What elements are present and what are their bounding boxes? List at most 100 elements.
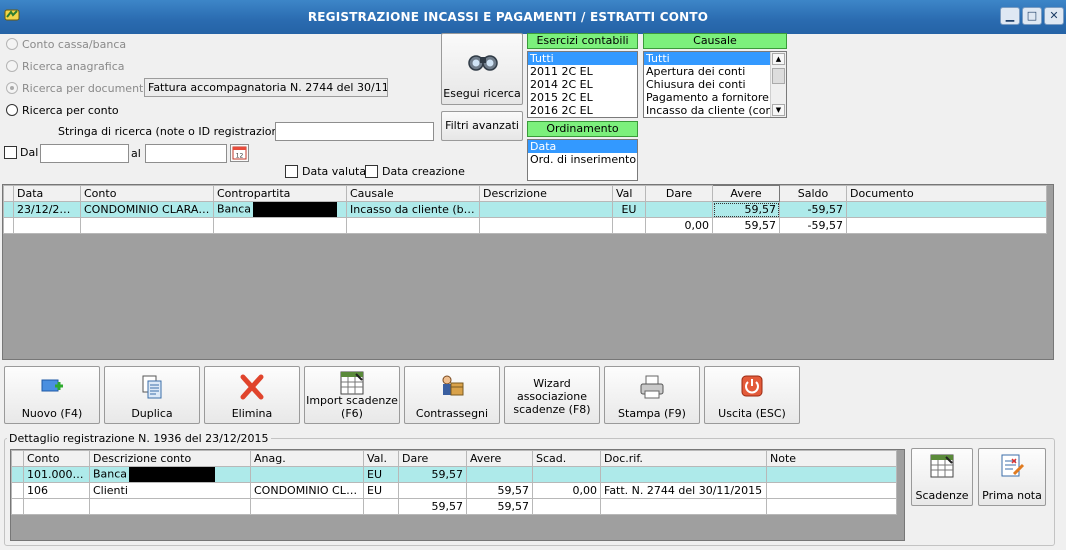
column-header[interactable]: Avere <box>712 185 780 202</box>
wizard-button[interactable]: Wizard associazione scadenze (F8) <box>504 366 600 424</box>
dal-checkbox[interactable]: Dal <box>4 146 38 159</box>
cell-descrizione[interactable]: Clienti <box>89 482 251 499</box>
cell-note[interactable] <box>766 482 897 499</box>
list-item[interactable]: Apertura dei conti <box>644 65 770 78</box>
table-row[interactable]: 23/12/2015 CONDOMINIO CLARA M... Banca I… <box>3 201 1047 218</box>
uscita-button[interactable]: Uscita (ESC) <box>704 366 800 424</box>
cell-dare[interactable] <box>645 201 713 218</box>
column-header[interactable]: Scad. <box>532 450 601 467</box>
duplica-button[interactable]: Duplica <box>104 366 200 424</box>
list-item[interactable]: Tutti <box>644 52 770 65</box>
cell-dare[interactable] <box>398 482 467 499</box>
advanced-filters-button[interactable]: Filtri avanzati <box>441 111 523 141</box>
column-header[interactable]: Causale <box>346 185 480 202</box>
table-row[interactable]: 106 Clienti CONDOMINIO CLA... EU 59,57 0… <box>11 482 897 499</box>
scroll-up-icon[interactable]: ▲ <box>772 53 785 65</box>
nuovo-button[interactable]: Nuovo (F4) <box>4 366 100 424</box>
search-string-input[interactable] <box>275 122 434 141</box>
al-date-input[interactable] <box>145 144 227 163</box>
column-header[interactable]: Documento <box>846 185 1047 202</box>
list-item[interactable]: 2016 2C EL <box>528 104 637 117</box>
detail-grid[interactable]: Conto Descrizione conto Anag. Val. Dare … <box>10 449 905 541</box>
esercizi-list[interactable]: Tutti 2011 2C EL 2014 2C EL 2015 2C EL 2… <box>527 51 638 118</box>
causale-header: Causale <box>643 33 787 49</box>
cell-avere[interactable]: 59,57 <box>712 201 780 218</box>
cell-val[interactable]: EU <box>363 466 399 483</box>
stampa-button[interactable]: Stampa (F9) <box>604 366 700 424</box>
scadenze-button[interactable]: Scadenze <box>911 448 973 506</box>
cell-docrif[interactable]: Fatt. N. 2744 del 30/11/2015 <box>600 482 767 499</box>
radio-conto-cassa[interactable]: Conto cassa/banca <box>6 35 126 53</box>
cell-val[interactable]: EU <box>363 482 399 499</box>
column-header[interactable]: Doc.rif. <box>600 450 767 467</box>
maximize-button[interactable]: □ <box>1022 7 1042 25</box>
elimina-button[interactable]: Elimina <box>204 366 300 424</box>
list-item[interactable]: 2011 2C EL <box>528 65 637 78</box>
cell-contropartita[interactable]: Banca <box>213 201 347 218</box>
dal-date-input[interactable] <box>40 144 129 163</box>
cell-anag[interactable] <box>250 466 364 483</box>
column-header[interactable]: Descrizione <box>479 185 613 202</box>
radio-ricerca-anagrafica[interactable]: Ricerca anagrafica <box>6 57 125 75</box>
close-button[interactable]: ✕ <box>1044 7 1064 25</box>
table-row[interactable]: 101.00002 Banca EU 59,57 <box>11 466 897 483</box>
causale-scrollbar[interactable]: ▲ ▼ <box>770 52 786 117</box>
list-item[interactable]: Pagamento a fornitore (co <box>644 91 770 104</box>
data-creazione-checkbox[interactable]: Data creazione <box>365 165 465 178</box>
list-item[interactable]: Data <box>528 140 637 153</box>
calendar-button[interactable]: 12 <box>230 144 249 162</box>
cell-conto[interactable]: 101.00002 <box>23 466 90 483</box>
column-header[interactable]: Conto <box>23 450 90 467</box>
cell-causale[interactable]: Incasso da cliente (boni... <box>346 201 480 218</box>
list-item[interactable]: 2015 2C EL <box>528 91 637 104</box>
column-header[interactable]: Avere <box>466 450 533 467</box>
scroll-down-icon[interactable]: ▼ <box>772 104 785 116</box>
column-header[interactable]: Conto <box>80 185 214 202</box>
cell-data[interactable]: 23/12/2015 <box>13 201 81 218</box>
cell-scad[interactable] <box>532 466 601 483</box>
results-grid[interactable]: Data Conto Contropartita Causale Descriz… <box>2 184 1054 360</box>
column-header[interactable]: Note <box>766 450 897 467</box>
list-item[interactable]: 2014 2C EL <box>528 78 637 91</box>
document-field[interactable]: Fattura accompagnatoria N. 2744 del 30/1… <box>144 78 388 97</box>
note-edit-icon <box>1001 454 1025 477</box>
column-header[interactable]: Saldo <box>779 185 847 202</box>
execute-search-button[interactable]: Esegui ricerca <box>441 33 523 105</box>
radio-ricerca-documento[interactable]: Ricerca per documento <box>6 79 150 97</box>
scroll-thumb[interactable] <box>772 68 785 84</box>
radio-ricerca-conto[interactable]: Ricerca per conto <box>6 101 119 119</box>
cell-conto[interactable]: 106 <box>23 482 90 499</box>
prima-nota-button[interactable]: Prima nota <box>978 448 1046 506</box>
cell-val[interactable]: EU <box>612 201 646 218</box>
list-item[interactable]: Ord. di inserimento <box>528 153 637 166</box>
column-header[interactable]: Dare <box>645 185 713 202</box>
cell-avere[interactable]: 59,57 <box>466 482 533 499</box>
cell-saldo[interactable]: -59,57 <box>779 201 847 218</box>
cell-descrizione[interactable]: Banca <box>89 466 251 483</box>
data-valuta-checkbox[interactable]: Data valuta <box>285 165 366 178</box>
column-header[interactable]: Dare <box>398 450 467 467</box>
cell-scad[interactable]: 0,00 <box>532 482 601 499</box>
column-header[interactable]: Val <box>612 185 646 202</box>
cell-descrizione[interactable] <box>479 201 613 218</box>
ordinamento-list[interactable]: Data Ord. di inserimento <box>527 139 638 181</box>
column-header[interactable]: Val. <box>363 450 399 467</box>
contrassegni-button[interactable]: Contrassegni <box>404 366 500 424</box>
cell-dare[interactable]: 59,57 <box>398 466 467 483</box>
cell-note[interactable] <box>766 466 897 483</box>
cell-avere[interactable] <box>466 466 533 483</box>
list-item[interactable]: Tutti <box>528 52 637 65</box>
column-header[interactable]: Contropartita <box>213 185 347 202</box>
list-item[interactable]: Chiusura dei conti <box>644 78 770 91</box>
column-header[interactable]: Data <box>13 185 81 202</box>
import-scadenze-button[interactable]: Import scadenze (F6) <box>304 366 400 424</box>
list-item[interactable]: Incasso da cliente (contar <box>644 104 770 117</box>
cell-documento[interactable] <box>846 201 1047 218</box>
causale-list[interactable]: Tutti Apertura dei conti Chiusura dei co… <box>643 51 787 118</box>
cell-anag[interactable]: CONDOMINIO CLA... <box>250 482 364 499</box>
column-header[interactable]: Anag. <box>250 450 364 467</box>
column-header[interactable]: Descrizione conto <box>89 450 251 467</box>
cell-conto[interactable]: CONDOMINIO CLARA M... <box>80 201 214 218</box>
minimize-button[interactable]: ▁ <box>1000 7 1020 25</box>
cell-docrif[interactable] <box>600 466 767 483</box>
